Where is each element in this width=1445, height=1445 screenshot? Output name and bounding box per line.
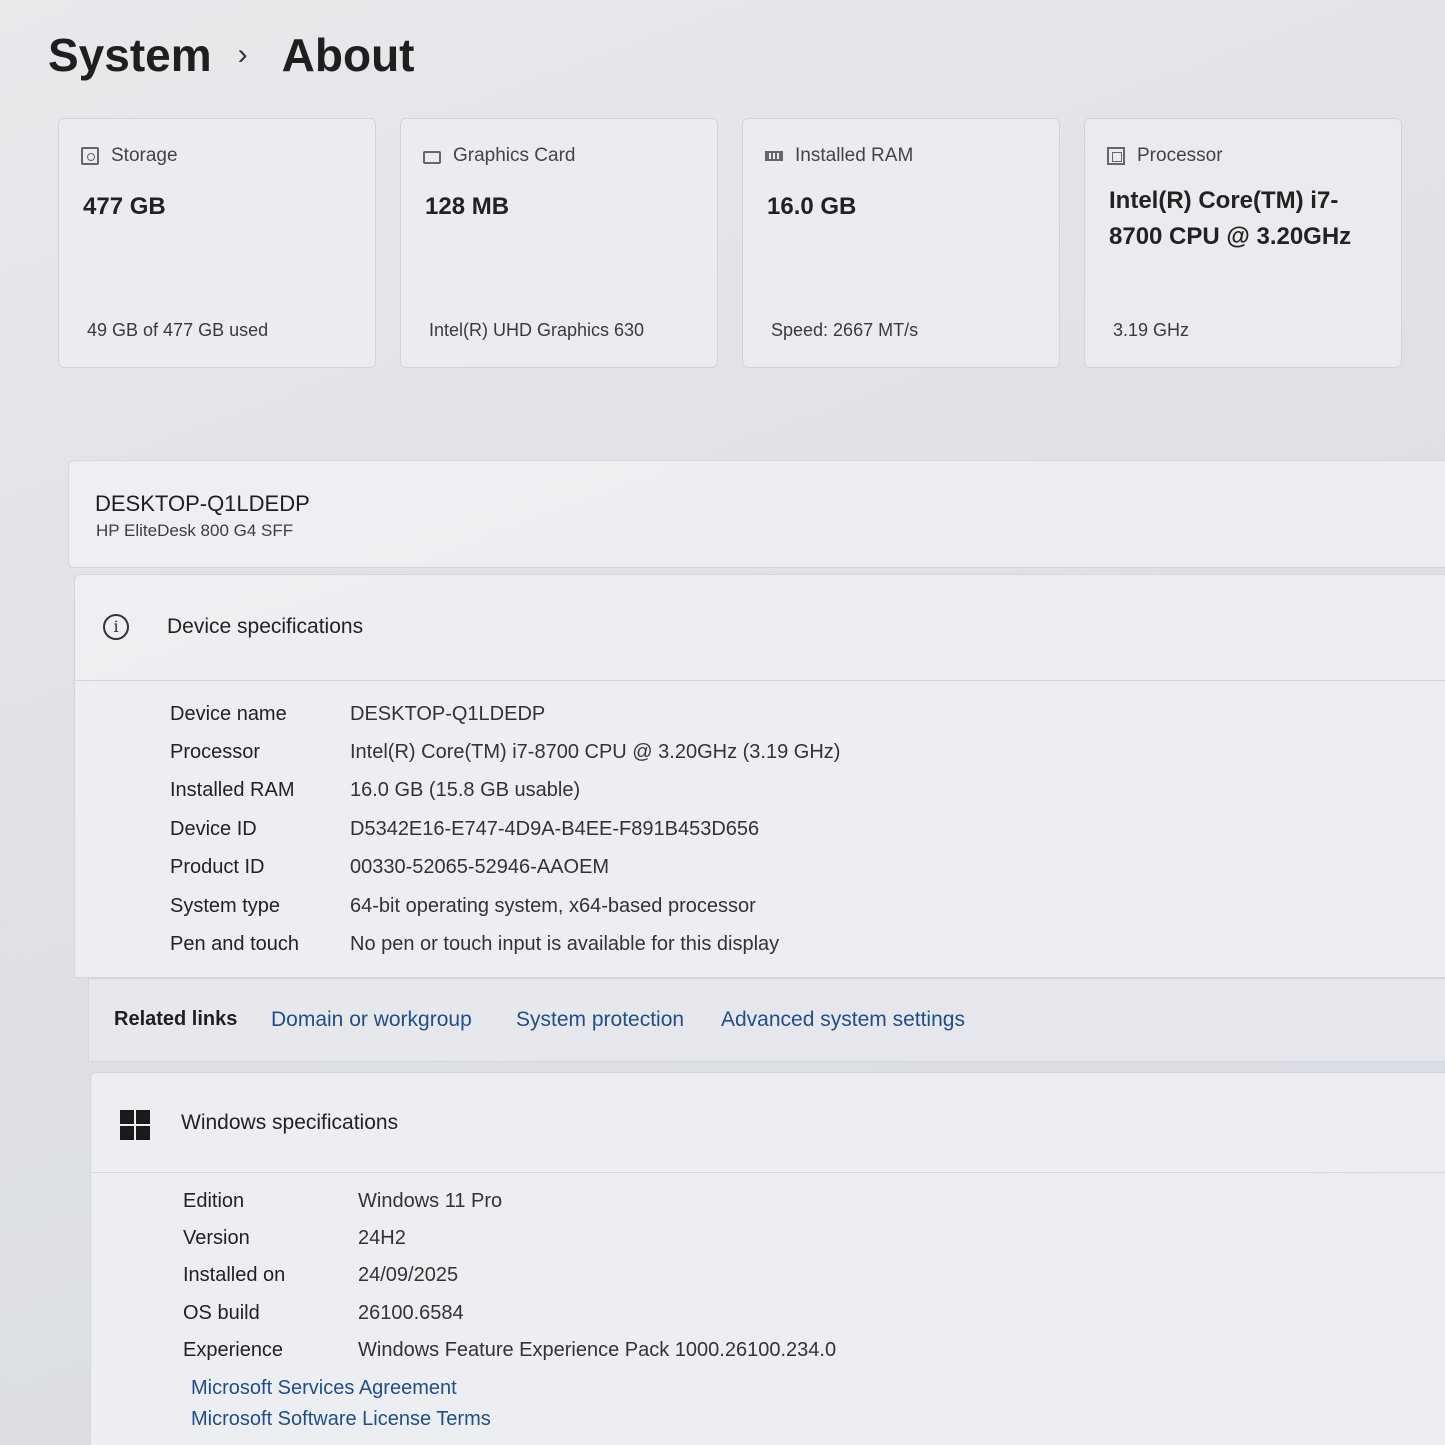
spec-row: Experience Windows Feature Experience Pa… [183,1332,836,1369]
device-specifications-header[interactable]: i Device specifications [75,575,1445,681]
storage-value: 477 GB [83,193,166,220]
domain-or-workgroup-link[interactable]: Domain or workgroup [271,1008,472,1032]
graphics-card-label: Graphics Card [453,145,576,166]
device-specifications-title: Device specifications [167,615,364,638]
ram-card-header: Installed RAM [765,145,913,167]
system-protection-link[interactable]: System protection [516,1008,684,1032]
processor-icon [1107,147,1125,165]
graphics-card-value: 128 MB [425,193,510,220]
spec-value: 64-bit operating system, x64-based proce… [350,894,756,917]
advanced-system-settings-link[interactable]: Advanced system settings [721,1008,965,1032]
spec-row: Installed RAM 16.0 GB (15.8 GB usable) [170,772,840,810]
breadcrumb-system[interactable]: System [48,28,212,82]
processor-card-header: Processor [1107,145,1223,167]
processor-card[interactable]: Processor Intel(R) Core(TM) i7-8700 CPU … [1084,118,1402,368]
device-rename-panel[interactable]: DESKTOP-Q1LDEDP HP EliteDesk 800 G4 SFF [68,460,1445,568]
spec-value: 00330-52065-52946-AAOEM [350,856,610,879]
storage-label: Storage [111,145,178,166]
windows-specifications-header[interactable]: Windows specifications [91,1073,1445,1173]
summary-cards: Storage 477 GB 49 GB of 477 GB used Grap… [58,118,1403,368]
spec-value: 24H2 [358,1227,406,1250]
info-icon: i [103,614,129,640]
spec-value: DESKTOP-Q1LDEDP [350,702,546,725]
spec-row: Edition Windows 11 Pro [183,1183,836,1220]
ram-label: Installed RAM [795,145,914,166]
spec-key: Edition [183,1190,245,1213]
processor-value: Intel(R) Core(TM) i7-8700 CPU @ 3.20GHz [1109,187,1352,250]
ram-detail: Speed: 2667 MT/s [771,320,919,340]
device-model: HP EliteDesk 800 G4 SFF [96,521,294,540]
storage-icon [81,147,99,165]
device-specifications-list: Device name DESKTOP-Q1LDEDP Processor In… [170,695,840,964]
ram-card[interactable]: Installed RAM 16.0 GB Speed: 2667 MT/s [742,118,1060,368]
ram-value: 16.0 GB [767,193,857,220]
spec-value: 24/09/2025 [358,1264,459,1287]
spec-key: Device ID [170,817,257,840]
spec-row: Device name DESKTOP-Q1LDEDP [170,695,840,733]
ram-icon [765,151,783,161]
spec-row: Version 24H2 [183,1220,836,1257]
breadcrumb: System › About [48,28,415,82]
spec-value: 16.0 GB (15.8 GB usable) [350,779,581,802]
spec-key: OS build [183,1301,260,1324]
graphics-card-detail: Intel(R) UHD Graphics 630 [429,320,645,340]
spec-key: Experience [183,1338,284,1361]
spec-value: Windows Feature Experience Pack 1000.261… [358,1338,837,1361]
device-specifications-panel: i Device specifications Device name DESK… [74,574,1445,978]
graphics-card-card[interactable]: Graphics Card 128 MB Intel(R) UHD Graphi… [400,118,718,368]
spec-value: 26100.6584 [358,1301,464,1324]
page-title: About [281,29,415,81]
spec-row: Product ID 00330-52065-52946-AAOEM [170,849,840,887]
windows-logo-icon [120,1110,150,1140]
spec-row: OS build 26100.6584 [183,1295,836,1332]
microsoft-software-license-terms-link[interactable]: Microsoft Software License Terms [191,1408,491,1431]
spec-key: Product ID [170,856,265,879]
graphics-card-icon [423,151,441,164]
spec-row: System type 64-bit operating system, x64… [170,887,840,925]
spec-key: Installed RAM [170,779,295,802]
device-name: DESKTOP-Q1LDEDP [95,491,310,516]
windows-specifications-title: Windows specifications [181,1111,399,1134]
related-links-bar: Related links Domain or workgroup System… [88,978,1445,1062]
spec-key: System type [170,894,281,917]
graphics-card-header: Graphics Card [423,145,576,167]
spec-key: Installed on [183,1264,286,1287]
processor-label: Processor [1137,145,1223,166]
windows-specifications-list: Edition Windows 11 Pro Version 24H2 Inst… [183,1183,836,1369]
microsoft-services-agreement-link[interactable]: Microsoft Services Agreement [191,1377,457,1400]
spec-row: Pen and touch No pen or touch input is a… [170,925,840,963]
storage-detail: 49 GB of 477 GB used [87,320,269,340]
related-links-label: Related links [114,1008,238,1030]
spec-key: Version [183,1227,250,1250]
spec-value: D5342E16-E747-4D9A-B4EE-F891B453D656 [350,817,760,840]
windows-specifications-panel: Windows specifications Edition Windows 1… [90,1072,1445,1445]
spec-row: Device ID D5342E16-E747-4D9A-B4EE-F891B4… [170,810,840,848]
storage-card[interactable]: Storage 477 GB 49 GB of 477 GB used [58,118,376,368]
spec-value: Intel(R) Core(TM) i7-8700 CPU @ 3.20GHz … [350,741,841,764]
spec-value: Windows 11 Pro [358,1190,503,1213]
spec-row: Processor Intel(R) Core(TM) i7-8700 CPU … [170,733,840,771]
spec-key: Pen and touch [170,933,299,956]
spec-row: Installed on 24/09/2025 [183,1257,836,1294]
processor-detail: 3.19 GHz [1113,320,1190,340]
storage-card-header: Storage [81,145,178,167]
spec-key: Device name [170,702,287,725]
spec-key: Processor [170,741,261,764]
breadcrumb-separator-icon: › [237,38,248,71]
spec-value: No pen or touch input is available for t… [350,933,780,956]
